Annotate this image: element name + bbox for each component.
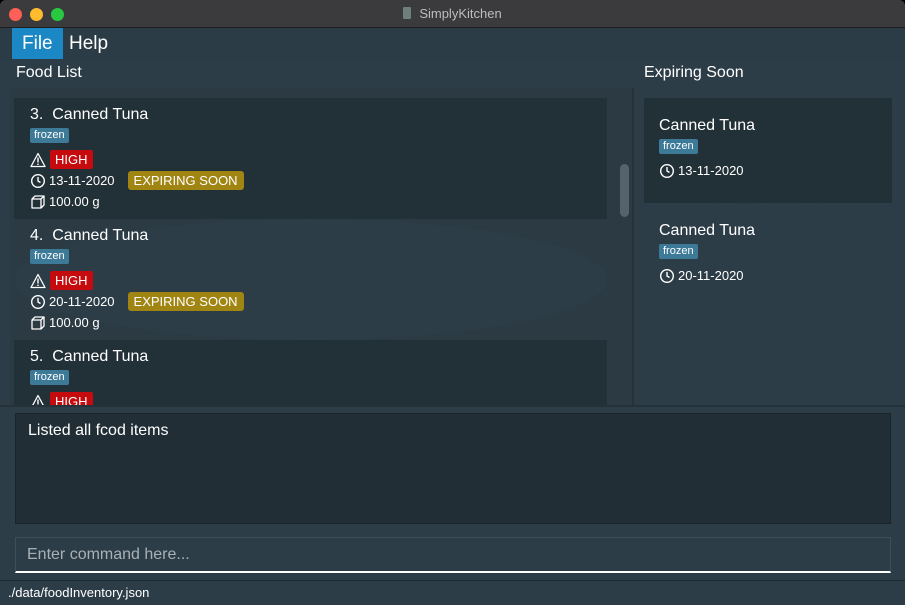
amount-row: 100.00 g [30,312,607,333]
expiry-row: 20-11-2020 [659,265,892,286]
food-title: 3. Canned Tuna [30,106,149,123]
horizontal-divider[interactable] [0,405,905,407]
expiring-soon-header: Expiring Soon [644,64,744,81]
expiring-card[interactable]: Canned Tuna frozen 20-11-2020 [644,203,892,308]
scrollbar-thumb[interactable] [620,164,629,217]
expiring-soon-badge: EXPIRING SOON [127,171,244,190]
food-list-header: Food List [16,64,82,81]
menu-bar: File Help [0,28,905,59]
amount-value: 100.00 g [49,194,100,209]
expiry-date: 13-11-2020 [678,163,744,178]
expiring-card[interactable]: Canned Tuna frozen 13-11-2020 [644,98,892,203]
expiry-row: 20-11-2020 EXPIRING SOON [30,291,607,312]
food-list-panel[interactable]: 3. Canned Tuna frozen HIGH 13-11-2020 EX… [10,88,632,406]
expiring-food-name: Canned Tuna [659,222,756,239]
box-icon [30,194,46,210]
priority-badge: HIGH [50,271,93,290]
menu-help[interactable]: Help [59,28,118,59]
expiring-food-name: Canned Tuna [659,117,756,134]
expiring-soon-panel: Canned Tuna frozen 13-11-2020 Canned Tun… [644,98,892,308]
box-icon [30,315,46,331]
expiry-row: 13-11-2020 [659,160,892,181]
food-title: 5. Canned Tuna [30,348,149,365]
food-title: 4. Canned Tuna [30,227,149,244]
priority-badge: HIGH [50,150,93,169]
food-tag: frozen [30,128,69,143]
command-box[interactable] [15,537,891,573]
panel-divider[interactable] [632,88,634,406]
window-title: SimplyKitchen [0,6,905,21]
result-text: Listed all fcod items [28,422,169,439]
result-display: Listed all fcod items [15,413,891,524]
warning-triangle-icon [30,152,46,168]
data-file-path: ./data/foodInventory.json [8,585,150,600]
app-window: SimplyKitchen File Help Food List Expiri… [0,0,905,605]
amount-row: 100.00 g [30,191,607,212]
food-tag: frozen [659,139,698,154]
food-tag: frozen [659,244,698,259]
food-card[interactable]: 4. Canned Tuna frozen HIGH 20-11-2020 EX… [14,219,607,340]
food-tag: frozen [30,249,69,264]
command-input[interactable] [16,538,890,571]
food-card[interactable]: 3. Canned Tuna frozen HIGH 13-11-2020 EX… [14,98,607,219]
priority-row: HIGH [30,391,607,406]
priority-badge: HIGH [50,392,93,406]
expiry-date: 20-11-2020 [49,294,115,309]
amount-value: 100.00 g [49,315,100,330]
expiry-date: 13-11-2020 [49,173,115,188]
menu-file[interactable]: File [12,28,63,59]
clock-icon [659,268,675,284]
food-tag: frozen [30,370,69,385]
clock-icon [30,173,46,189]
food-card[interactable]: 5. Canned Tuna frozen HIGH [14,340,607,406]
expiry-date: 20-11-2020 [678,268,744,283]
clock-icon [659,163,675,179]
expiry-row: 13-11-2020 EXPIRING SOON [30,170,607,191]
warning-triangle-icon [30,273,46,289]
priority-row: HIGH [30,270,607,291]
expiring-soon-badge: EXPIRING SOON [127,292,244,311]
priority-row: HIGH [30,149,607,170]
clock-icon [30,294,46,310]
status-bar: ./data/foodInventory.json [0,580,905,605]
title-bar: SimplyKitchen [0,0,905,28]
app-icon [403,7,412,19]
food-list-scrollbar[interactable] [617,88,632,406]
